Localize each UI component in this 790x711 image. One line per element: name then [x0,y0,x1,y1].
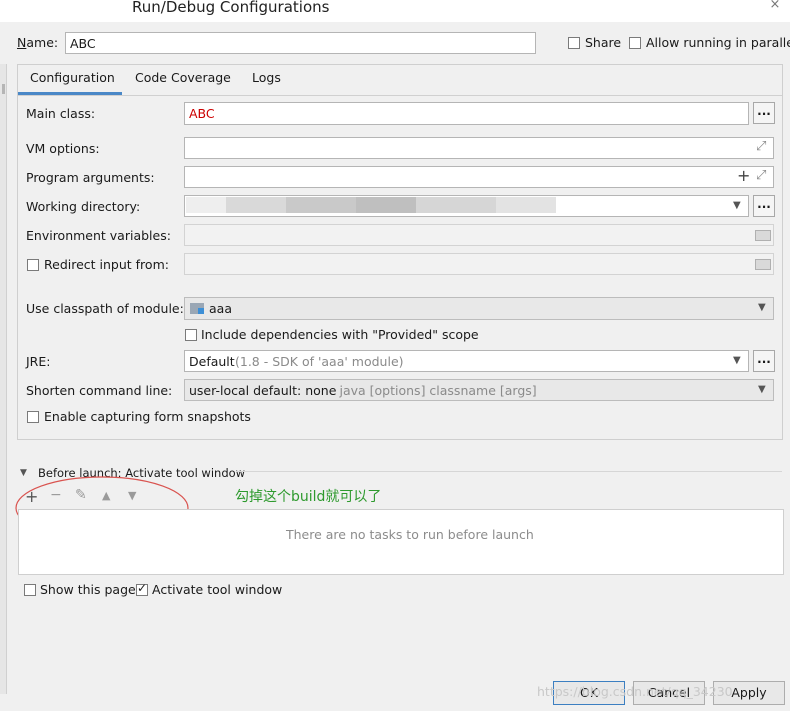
program-args-label: Program arguments: [26,170,155,185]
redacted-path [226,197,286,213]
chevron-down-icon[interactable]: ▼ [733,200,741,211]
include-deps-label: Include dependencies with "Provided" sco… [201,327,479,342]
before-launch-separator [236,471,782,472]
main-class-field[interactable]: ABC [184,102,749,125]
show-page-checkbox[interactable] [24,584,36,596]
module-folder-icon [190,303,204,314]
module-marker-icon [198,308,204,314]
add-macro-icon[interactable]: + [737,166,750,185]
tab-configuration[interactable]: Configuration [30,70,115,85]
jre-hint: (1.8 - SDK of 'aaa' module) [235,354,404,369]
tasks-list[interactable]: There are no tasks to run before launch [18,509,784,575]
classpath-value: aaa [209,301,232,316]
selected-tab-indicator [18,92,122,95]
share-checkbox[interactable] [568,37,580,49]
parallel-label: Allow running in parallel [646,35,790,50]
show-page-label: Show this page [40,582,136,597]
classpath-label: Use classpath of module: [26,301,184,316]
jre-browse-button[interactable]: ... [753,350,775,372]
jre-value: Default [189,354,235,369]
folder-icon[interactable] [755,230,771,241]
classpath-combo[interactable]: aaa ▼ [184,297,774,320]
title-bar [0,0,790,22]
chevron-down-icon[interactable]: ▼ [733,355,741,366]
jre-label: JRE: [26,354,51,369]
annotation-text: 勾掉这个build就可以了 [235,489,382,505]
program-args-field[interactable]: + ⤢ [184,166,774,188]
working-dir-label: Working directory: [26,199,141,214]
redirect-field[interactable] [184,253,774,275]
tab-bar [18,65,782,96]
redacted-path [286,197,356,213]
parallel-checkbox[interactable] [629,37,641,49]
vm-options-label: VM options: [26,141,100,156]
redirect-checkbox[interactable] [27,259,39,271]
main-class-value: ABC [189,106,215,121]
empty-tasks-text: There are no tasks to run before launch [286,527,534,542]
shorten-label: Shorten command line: [26,383,173,398]
name-field[interactable]: ABC [65,32,536,54]
env-vars-label: Environment variables: [26,228,171,243]
name-label-text: ame: [26,35,59,50]
folder-icon[interactable] [755,259,771,270]
working-dir-browse-button[interactable]: ... [753,195,775,217]
shorten-hint: - java [options] classname [args] [331,383,537,398]
name-value: ABC [70,36,96,51]
close-icon[interactable]: × [760,0,790,12]
vm-options-field[interactable]: ⤢ [184,137,774,159]
tab-code-coverage[interactable]: Code Coverage [135,70,231,85]
include-deps-checkbox[interactable] [185,329,197,341]
share-label: Share [585,35,622,50]
main-class-browse-button[interactable]: ... [753,102,775,124]
redacted-path [496,197,556,213]
window-title: Run/Debug Configurations [132,0,330,16]
redirect-label: Redirect input from: [44,257,169,272]
chevron-down-icon: ▼ [758,302,766,313]
tab-logs[interactable]: Logs [252,70,281,85]
expand-icon[interactable]: ⤢ [756,139,766,154]
activate-tool-window-label: Activate tool window [152,582,283,597]
config-tree-strip[interactable] [0,64,7,694]
name-label: Name: [17,35,59,50]
expand-icon[interactable]: ⤢ [756,168,766,183]
snapshots-checkbox[interactable] [27,411,39,423]
snapshots-label: Enable capturing form snapshots [44,409,251,424]
env-vars-field[interactable] [184,224,774,246]
redacted-path [356,197,416,213]
redacted-path [186,197,226,213]
watermark: https://blog.csdn.net/qq_34230 [537,684,733,699]
main-class-label: Main class: [26,106,96,121]
activate-tool-window-checkbox[interactable] [136,581,148,596]
shorten-value: user-local default: none [189,383,337,398]
shorten-combo[interactable]: user-local default: none - java [options… [184,379,774,401]
chevron-down-icon: ▼ [758,384,766,395]
redacted-path [416,197,496,213]
jre-field[interactable]: Default (1.8 - SDK of 'aaa' module) ▼ [184,350,749,372]
